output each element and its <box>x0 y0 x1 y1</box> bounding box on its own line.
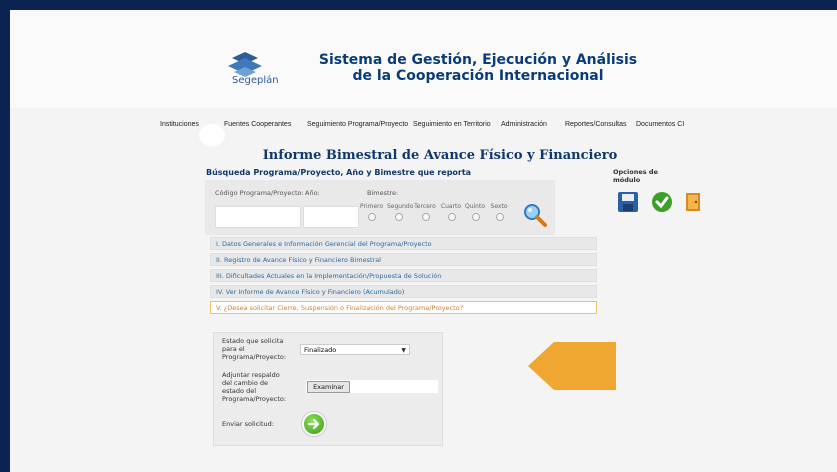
check-icon[interactable] <box>651 191 673 213</box>
app-title-line1: Sistema de Gestión, Ejecución y Análisis <box>318 52 638 68</box>
save-icon[interactable] <box>617 191 639 213</box>
nav-item-administracion[interactable]: Administración <box>501 121 547 128</box>
app-title: Sistema de Gestión, Ejecución y Análisis… <box>318 52 638 84</box>
main-nav: Instituciones Fuentes Cooperantes Seguim… <box>10 118 837 132</box>
year-input[interactable] <box>303 206 359 228</box>
logo-text: Segeplán <box>232 75 279 86</box>
nav-item-seguimiento-programa[interactable]: Seguimiento Programa/Proyecto <box>307 121 408 128</box>
nav-item-fuentes[interactable]: Fuentes Cooperantes <box>224 121 291 128</box>
options-title-line1: Opciones de <box>613 168 658 176</box>
app-title-line2: de la Cooperación Internacional <box>352 68 604 84</box>
section-ver-informe[interactable]: IV. Ver Informe de Avance Físico y Finan… <box>210 285 597 298</box>
section-registro-avance[interactable]: II. Registro de Avance Físico y Financie… <box>210 253 597 266</box>
options-title-line2: módulo <box>613 176 641 184</box>
adjuntar-label-line: del cambio de <box>222 379 268 387</box>
nav-item-reportes[interactable]: Reportes/Consultas <box>565 121 626 128</box>
search-icon[interactable] <box>523 203 547 227</box>
segeplan-logo-icon <box>228 52 262 77</box>
bimestre-option-label: Tercero <box>414 203 436 210</box>
adjuntar-label: Adjuntar respaldo del cambio de estado d… <box>222 371 286 403</box>
arrow-right-icon <box>307 418 320 430</box>
bimestre-radio-quinto[interactable] <box>472 213 480 221</box>
bimestre-option-label: Sexto <box>490 203 508 210</box>
estado-label-line: Estado que solicita <box>222 337 284 345</box>
bimestre-radio-group: Primero Segundo Tercero Cuarto Quinto Se… <box>360 200 520 224</box>
estado-select-value: Finalizado <box>304 346 337 354</box>
bimestre-radio-primero[interactable] <box>368 213 376 221</box>
nav-item-seguimiento-territorio[interactable]: Seguimiento en Territorio <box>413 121 491 128</box>
bimestre-label: Bimestre: <box>367 189 399 197</box>
bimestre-option-label: Primero <box>360 203 384 210</box>
bimestre-radio-segundo[interactable] <box>395 213 403 221</box>
bimestre-option-label: Cuarto <box>440 203 462 210</box>
enviar-label: Enviar solicitud: <box>222 420 274 428</box>
year-label: Año: <box>305 189 320 197</box>
bimestre-option-label: Segundo <box>387 203 414 210</box>
app-frame: Segeplán Sistema de Gestión, Ejecución y… <box>10 10 837 472</box>
section-datos-generales[interactable]: I. Datos Generales e Información Gerenci… <box>210 237 597 250</box>
estado-label-line: Programa/Proyecto: <box>222 353 287 361</box>
code-input[interactable] <box>215 206 301 228</box>
estado-label: Estado que solicita para el Programa/Pro… <box>222 337 286 361</box>
search-title: Búsqueda Programa/Proyecto, Año y Bimest… <box>206 168 472 177</box>
bimestre-option-label: Quinto <box>464 203 486 210</box>
header: Segeplán Sistema de Gestión, Ejecución y… <box>10 10 837 108</box>
bimestre-radio-tercero[interactable] <box>422 213 430 221</box>
options-title: Opciones de módulo <box>613 168 658 184</box>
chevron-down-icon: ▼ <box>401 347 406 354</box>
nav-item-documentos[interactable]: Documentos CI <box>636 121 684 128</box>
send-request-button[interactable] <box>302 412 326 436</box>
adjuntar-label-line: estado del <box>222 387 257 395</box>
code-label: Código Programa/Proyecto: <box>215 189 304 197</box>
adjuntar-label-line: Programa/Proyecto: <box>222 395 287 403</box>
nav-item-instituciones[interactable]: Instituciones <box>160 121 199 128</box>
exit-door-icon[interactable] <box>683 191 705 213</box>
bimestre-radio-sexto[interactable] <box>496 213 504 221</box>
nav-decoration <box>199 124 225 146</box>
bimestre-radio-cuarto[interactable] <box>448 213 456 221</box>
page-title: Informe Bimestral de Avance Físico y Fin… <box>262 148 618 163</box>
section-cierre-suspension[interactable]: V. ¿Desea solicitar Cierre, Suspensión o… <box>210 301 597 314</box>
browse-button[interactable]: Examinar <box>307 381 350 393</box>
estado-label-line: para el <box>222 345 245 353</box>
adjuntar-label-line: Adjuntar respaldo <box>222 371 280 379</box>
estado-select[interactable]: Finalizado ▼ <box>300 344 410 355</box>
pointer-arrow-icon <box>528 342 616 390</box>
section-dificultades[interactable]: III. Dificultades Actuales en la Impleme… <box>210 269 597 282</box>
